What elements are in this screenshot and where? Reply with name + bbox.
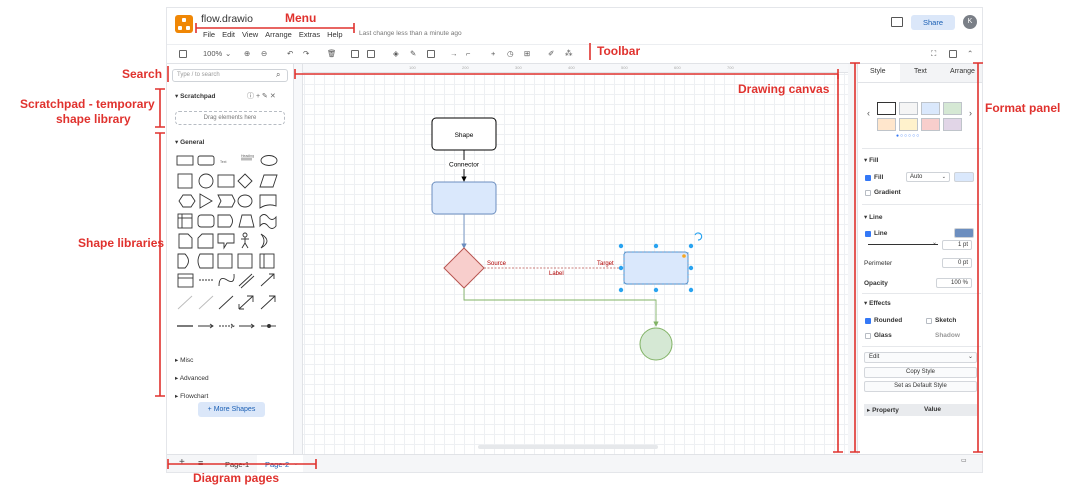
annotation-shape-libraries: Shape libraries (78, 236, 165, 250)
annotation-drawing-canvas: Drawing canvas (738, 82, 830, 96)
annotation-diagram-pages: Diagram pages (193, 471, 280, 485)
annotation-format-panel: Format panel (985, 101, 1061, 115)
annotation-search: Search (122, 67, 163, 81)
annotation-scratchpad: Scratchpad - temporary (20, 97, 155, 111)
annotation-scratchpad-line2: shape library (56, 112, 131, 126)
annotation-toolbar: Toolbar (597, 44, 641, 58)
annotation-menu: Menu (285, 11, 317, 25)
